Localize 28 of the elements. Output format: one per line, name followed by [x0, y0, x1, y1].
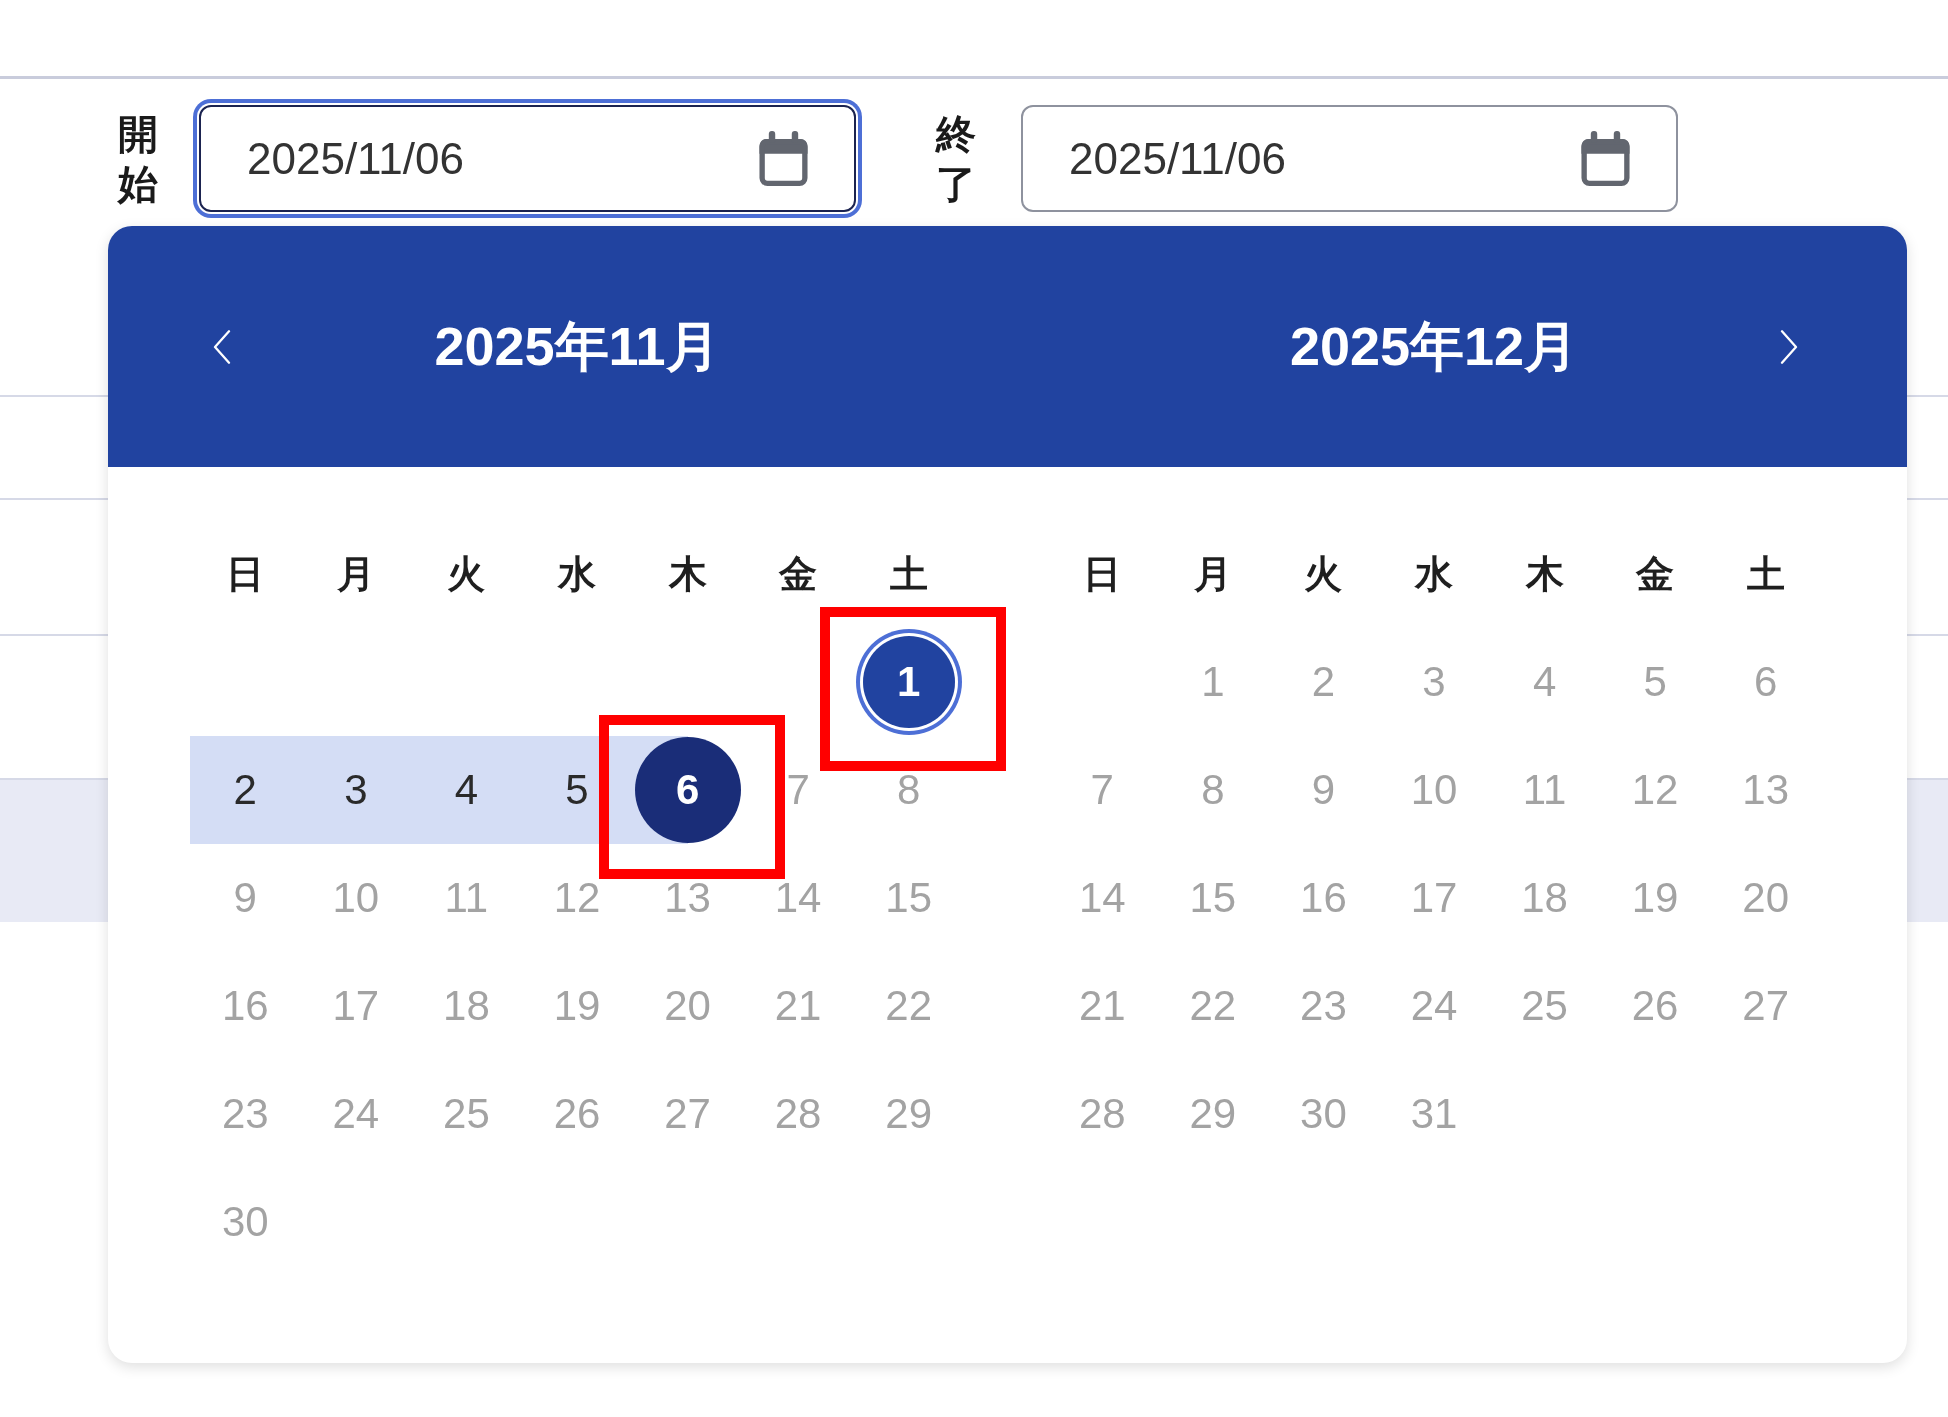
- weekday-label: 日: [226, 551, 265, 597]
- previous-month-button[interactable]: [212, 329, 232, 364]
- weekday-label: 日: [1083, 551, 1122, 597]
- chevron-right-icon: [1779, 329, 1799, 364]
- weekday-label: 火: [1304, 551, 1343, 597]
- weekday-label: 木: [668, 551, 707, 597]
- weekday-label: 金: [779, 551, 818, 597]
- calendar-day[interactable]: 3: [300, 736, 412, 844]
- weekday-label: 水: [1415, 551, 1453, 597]
- weekday-label: 金: [1636, 551, 1675, 597]
- field-label: 終了: [936, 110, 976, 208]
- weekday-label: 月: [1193, 551, 1232, 597]
- weekday-label: 水: [558, 551, 596, 597]
- weekday-label: 火: [447, 551, 486, 597]
- month-title: 2025年12月: [1289, 315, 1579, 378]
- calendar-icon: [756, 131, 811, 186]
- month-title: 2025年11月: [434, 315, 720, 378]
- weekday-label: 月: [336, 551, 375, 597]
- calendar-day[interactable]: 4: [411, 736, 522, 844]
- weekday-label: 木: [1525, 551, 1564, 597]
- next-month-button[interactable]: [1779, 329, 1799, 364]
- calendar-icon: [1578, 131, 1633, 186]
- field-label: 開始: [118, 110, 158, 208]
- chevron-left-icon: [212, 329, 232, 364]
- date-field[interactable]: 2025/11/06: [1021, 105, 1678, 212]
- weekday-label: 土: [889, 551, 928, 597]
- weekday-label: 土: [1746, 551, 1785, 597]
- calendar-day[interactable]: 2: [190, 736, 301, 844]
